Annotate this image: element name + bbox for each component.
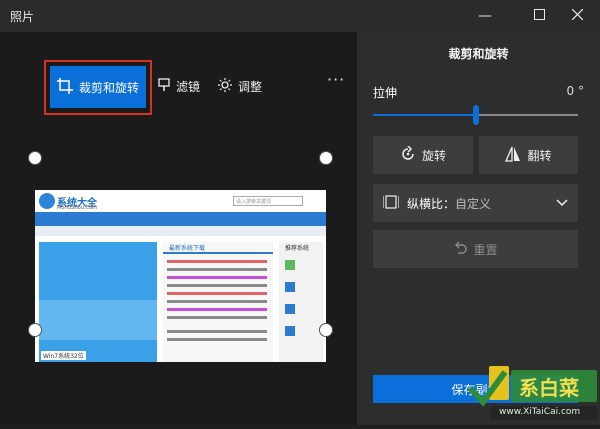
- aspect-ratio-icon: [382, 194, 400, 212]
- straighten-label: 拉伸: [373, 86, 398, 100]
- save-copy-button[interactable]: 保存副本: [373, 375, 578, 403]
- filters-button[interactable]: 滤镜: [158, 78, 200, 95]
- adjust-label: 调整: [238, 80, 263, 94]
- more-options-button[interactable]: ···: [327, 70, 345, 89]
- flip-button[interactable]: 翻转: [479, 136, 578, 174]
- filter-icon: [158, 78, 170, 95]
- crop-icon: [56, 77, 73, 97]
- undo-icon: [453, 241, 468, 258]
- filters-label: 滤镜: [176, 80, 201, 94]
- flip-label: 翻转: [527, 148, 552, 163]
- aspect-ratio-value: 自定义: [455, 196, 492, 211]
- close-button[interactable]: [554, 0, 600, 32]
- crop-rotate-panel: 裁剪和旋转 拉伸 0 ° 旋转 翻转 纵横比： 自定义 重置 保存副本: [357, 32, 600, 425]
- chevron-down-icon: [556, 196, 568, 210]
- rotate-button[interactable]: 旋转: [373, 136, 473, 174]
- rotate-label: 旋转: [421, 148, 446, 163]
- close-icon: [571, 8, 583, 24]
- crop-rotate-label: 裁剪和旋转: [78, 80, 139, 95]
- preview-side-title: 推荐系统: [285, 245, 310, 252]
- adjust-button[interactable]: 调整: [218, 78, 262, 95]
- preview-bottom-tab: Win7系统32位: [41, 351, 86, 360]
- rotate-icon: [400, 144, 416, 165]
- sun-icon: [218, 78, 232, 95]
- crop-handle-top-right[interactable]: [319, 151, 333, 165]
- straighten-slider-fill: [373, 114, 476, 116]
- aspect-ratio-dropdown[interactable]: 纵横比： 自定义: [373, 184, 578, 222]
- aspect-ratio-label: 纵横比：: [407, 196, 456, 211]
- flip-icon: [505, 146, 521, 165]
- title-bar: 照片 —: [0, 0, 600, 32]
- maximize-icon: [533, 8, 545, 24]
- crop-rotate-button[interactable]: 裁剪和旋转: [50, 66, 146, 108]
- crop-handle-bottom-right[interactable]: [319, 323, 333, 337]
- straighten-value: 0 °: [566, 84, 584, 98]
- reset-label: 重置: [473, 242, 498, 257]
- crop-handle-bottom-left[interactable]: [28, 323, 42, 337]
- preview-site-url: MoHuShou.Com: [57, 205, 97, 211]
- image-preview[interactable]: 系统大全 MoHuShou.Com 请入搜索关键词 最新系统下载 推荐系统 Wi…: [35, 190, 326, 362]
- preview-section-title: 最新系统下载: [169, 245, 206, 252]
- crop-handle-top-left[interactable]: [28, 151, 42, 165]
- panel-title: 裁剪和旋转: [448, 47, 509, 61]
- straighten-slider-thumb[interactable]: [472, 105, 479, 125]
- reset-button[interactable]: 重置: [373, 230, 578, 268]
- editing-canvas: 裁剪和旋转 滤镜 调整 ··· 系统大全 MoHuShou.Com 请入搜索关键…: [0, 32, 357, 425]
- minimize-icon: —: [478, 8, 492, 24]
- preview-search-input: 请入搜索关键词: [233, 196, 303, 206]
- preview-image: [35, 190, 326, 362]
- app-title: 照片: [10, 10, 35, 24]
- minimize-button[interactable]: —: [462, 0, 508, 32]
- save-copy-label: 保存副本: [451, 382, 500, 397]
